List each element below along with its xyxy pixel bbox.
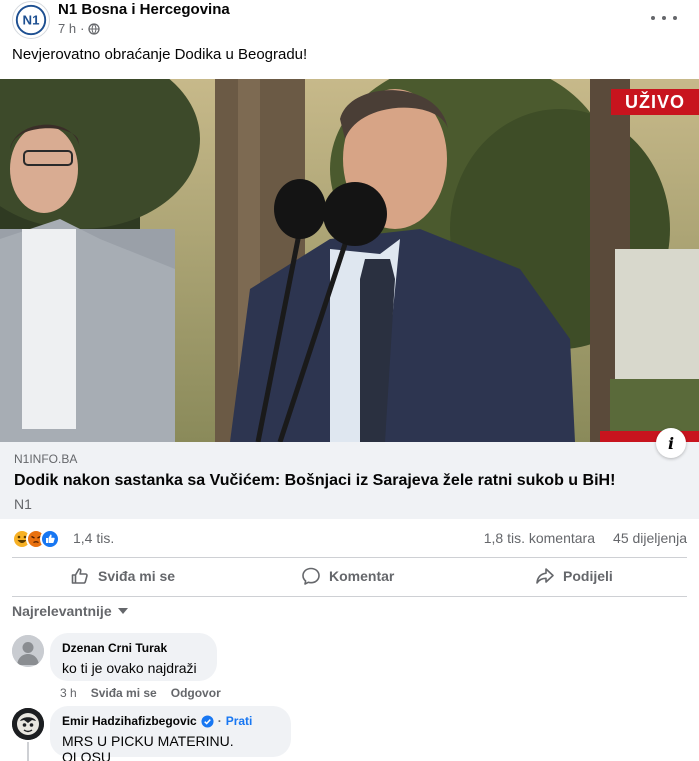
page-name[interactable]: N1 Bosna i Hercegovina	[58, 1, 230, 18]
reaction-icons[interactable]	[12, 529, 70, 549]
post-actions: Sviđa mi se Komentar Podijeli	[0, 561, 699, 591]
link-source: N1	[14, 496, 32, 512]
post-time[interactable]: 7 h	[58, 21, 76, 36]
share-button[interactable]: Podijeli	[535, 561, 613, 591]
comment-like-button[interactable]: Sviđa mi se	[91, 686, 157, 700]
post-stats: 1,4 tis. 1,8 tis. komentara 45 dijeljenj…	[0, 525, 699, 553]
avatar[interactable]	[12, 635, 44, 667]
n1-logo-icon: N1	[13, 2, 49, 38]
avatar[interactable]	[12, 708, 44, 740]
like-label: Sviđa mi se	[98, 568, 176, 584]
comments-count[interactable]: 1,8 tis. komentara	[484, 530, 595, 546]
link-title[interactable]: Dodik nakon sastanka sa Vučićem: Bošnjac…	[14, 472, 615, 490]
thumbs-up-icon	[71, 568, 88, 584]
comment-author-row: Emir Hadzihafizbegovic · Prati	[62, 714, 279, 728]
comment-time[interactable]: 3 h	[60, 686, 77, 700]
live-badge: UŽIVO	[611, 89, 699, 115]
comment-author[interactable]: Emir Hadzihafizbegovic	[62, 714, 197, 728]
user-avatar-image	[12, 708, 44, 740]
divider	[12, 557, 687, 558]
video-frame	[0, 79, 699, 442]
comment-text: MRS U PICKU MATERINU. OLOSU	[62, 733, 234, 761]
comment-actions: 3 h Sviđa mi se Odgovor	[60, 686, 235, 700]
shares-count[interactable]: 45 dijeljenja	[613, 530, 687, 546]
share-icon	[536, 568, 554, 584]
post-header: N1 N1 Bosna i Hercegovina 7 h ·	[0, 0, 699, 40]
globe-icon[interactable]	[88, 22, 101, 35]
more-options-button[interactable]	[651, 10, 677, 26]
like-reaction-icon	[40, 529, 60, 549]
verified-badge-icon	[201, 714, 214, 728]
post-text: Nevjerovatno obraćanje Dodika u Beogradu…	[12, 46, 308, 63]
comment-button[interactable]: Komentar	[301, 561, 394, 591]
like-button[interactable]: Sviđa mi se	[70, 561, 175, 591]
link-domain: N1INFO.BA	[14, 452, 78, 466]
comment-label: Komentar	[329, 568, 395, 584]
link-preview[interactable]: N1INFO.BA Dodik nakon sastanka sa Vučiće…	[0, 428, 699, 519]
caret-down-icon	[117, 608, 128, 614]
meta-separator: ·	[80, 21, 85, 36]
thread-line	[27, 742, 29, 761]
default-avatar-icon	[12, 635, 44, 667]
comment-sort-dropdown[interactable]: Najrelevantnije	[12, 603, 128, 619]
comment-icon	[302, 567, 320, 585]
info-icon[interactable]: i	[656, 428, 686, 458]
follow-button[interactable]: Prati	[226, 714, 253, 728]
comment-author[interactable]: Dzenan Crni Turak	[62, 641, 205, 655]
meta-separator: ·	[217, 714, 222, 728]
comment-reply-button[interactable]: Odgovor	[171, 686, 221, 700]
post-meta: 7 h ·	[58, 21, 101, 36]
svg-text:N1: N1	[23, 13, 40, 28]
comment-bubble: Emir Hadzihafizbegovic · Prati MRS U PIC…	[50, 706, 291, 761]
more-icon	[651, 16, 655, 20]
divider	[12, 596, 687, 597]
page-avatar[interactable]: N1	[12, 1, 50, 39]
share-label: Podijeli	[563, 568, 613, 584]
post-video[interactable]: UŽIVO	[0, 79, 699, 442]
reaction-count[interactable]: 1,4 tis.	[73, 530, 114, 546]
comment-bubble: Dzenan Crni Turak ko ti je ovako najdraž…	[50, 633, 217, 681]
sort-label: Najrelevantnije	[12, 603, 112, 619]
comment-text: ko ti je ovako najdraži	[62, 660, 197, 676]
